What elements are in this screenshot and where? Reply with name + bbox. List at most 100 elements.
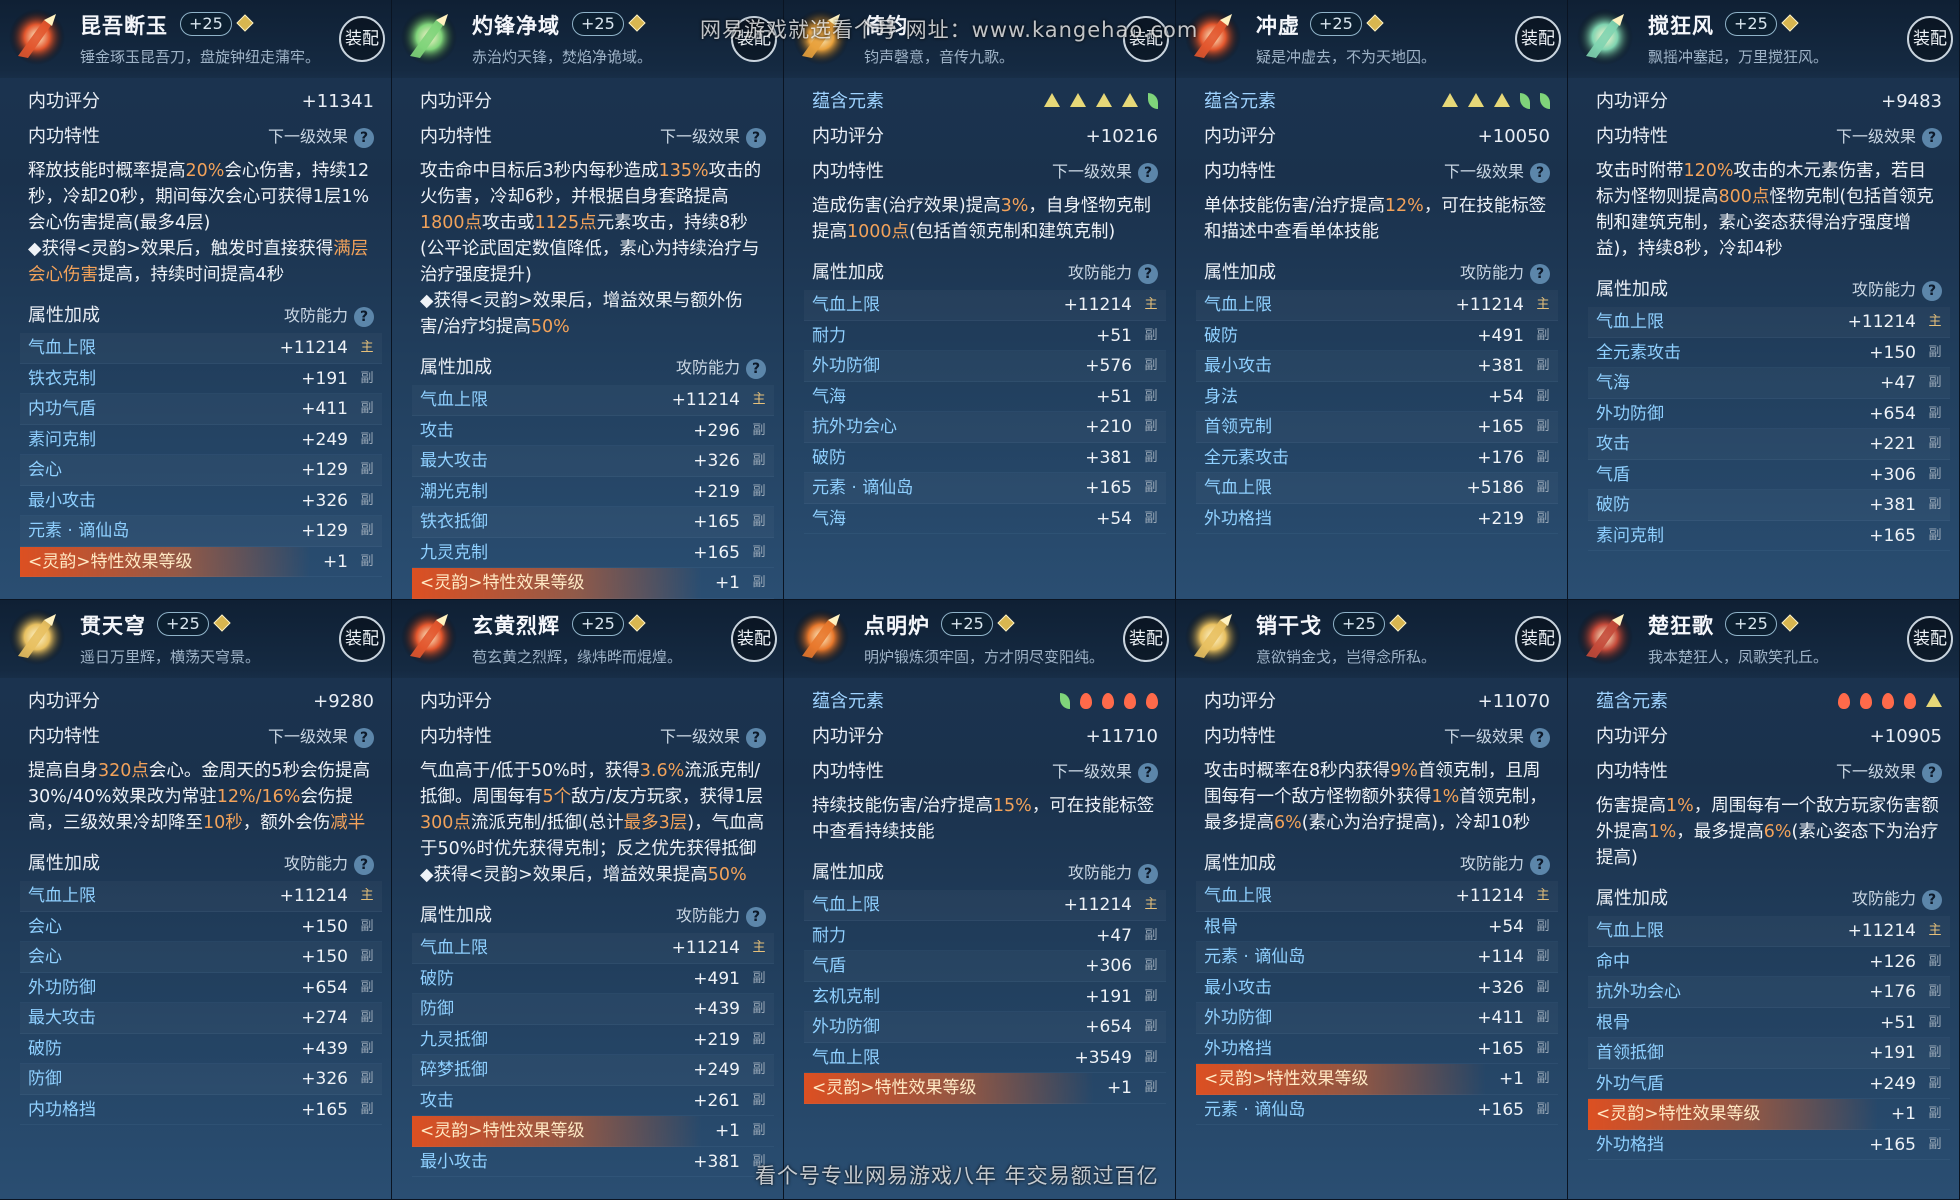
highlight-value: 50% [530,317,570,337]
help-icon[interactable]: ? [354,306,374,327]
stat-row: 破防 +491 副 [412,964,774,994]
attack-defense-link[interactable]: 攻防能力? [284,846,374,881]
inner-score-value: +11070 [1477,691,1550,712]
stat-value: +654 [301,977,348,998]
attack-defense-link[interactable]: 攻防能力? [1852,272,1942,307]
next-level-link[interactable]: 下一级效果? [1052,754,1158,789]
stat-name: 气海 [1596,373,1630,393]
help-icon[interactable]: ? [1922,127,1942,148]
diamond-icon [213,614,231,632]
next-level-link[interactable]: 下一级效果? [268,119,374,154]
stat-value: +165 [1477,1038,1524,1059]
attack-defense-link[interactable]: 攻防能力? [1852,881,1942,916]
help-icon[interactable]: ? [354,127,374,148]
equipment-card[interactable]: 贯天穹 +25 遥日万里辉，横荡天穹景。 装配 内功评分 +9280 内功特性 下一级效果? 提… [0,600,392,1200]
attack-defense-link[interactable]: 攻防能力? [1460,846,1550,881]
stat-row: 气血上限 +11214 主 [412,385,774,416]
enhance-level-badge: +25 [1725,612,1777,636]
sub-attr-tag: 副 [752,1092,766,1108]
equipment-card[interactable]: 倚钧 钧声磬意，音传九歌。 装配 蕴含元素 内功评分 +10216 内功特性 下一级效果? 造成… [784,0,1176,600]
highlight-value: 最多3层 [623,813,688,833]
desc-text: (素心为治疗提高)，冷却10秒 [1301,813,1531,833]
equipment-card[interactable]: 楚狂歌 +25 我本楚狂人，凤歌笑孔丘。 装配 蕴含元素 内功评分 +10905 内功特性 下一… [1568,600,1960,1200]
inner-score-label: 内功评分 [1596,91,1668,112]
inner-score-row: 内功评分 +10905 [1588,719,1950,754]
equip-button[interactable]: 装配 [1515,16,1561,62]
elements-label: 蕴含元素 [812,91,884,112]
help-icon[interactable]: ? [1530,854,1550,875]
next-level-link[interactable]: 下一级效果? [660,719,766,754]
help-icon[interactable]: ? [1138,863,1158,884]
help-icon[interactable]: ? [354,854,374,875]
equip-button[interactable]: 装配 [1907,616,1953,662]
equip-button[interactable]: 装配 [1907,16,1953,62]
elements-label: 蕴含元素 [812,691,884,712]
next-level-link[interactable]: 下一级效果? [268,719,374,754]
attack-defense-link[interactable]: 攻防能力? [676,350,766,385]
sub-attr-tag: 副 [1536,449,1550,465]
help-icon[interactable]: ? [1922,762,1942,783]
help-icon[interactable]: ? [1530,727,1550,748]
stat-value: +654 [1869,403,1916,424]
equipment-card[interactable]: 销干戈 +25 意欲销金戈，岂得念所私。 装配 内功评分 +11070 内功特性 下一级效果?… [1176,600,1568,1200]
attack-defense-link[interactable]: 攻防能力? [1068,855,1158,890]
stat-value: +54 [1488,386,1524,407]
sub-attr-tag: 副 [752,575,766,590]
equip-button[interactable]: 装配 [731,616,777,662]
attack-defense-link[interactable]: 攻防能力? [676,898,766,933]
help-icon[interactable]: ? [746,727,766,748]
card-body: 蕴含元素 内功评分 +11710 内功特性 下一级效果? 持续技能伤害/治疗提高15%，可… [804,684,1166,1104]
stat-name: 九灵克制 [420,542,488,563]
attrs-label: 属性加成 [1596,279,1668,300]
stat-row: 气血上限 +11214 主 [1588,307,1950,338]
help-icon[interactable]: ? [1922,889,1942,910]
next-level-link[interactable]: 下一级效果? [1444,719,1550,754]
next-level-link[interactable]: 下一级效果? [1052,154,1158,189]
stat-name: <灵韵>特性效果等级 [420,573,585,593]
next-level-link[interactable]: 下一级效果? [1444,154,1550,189]
stat-row: 首领克制 +165 副 [1196,412,1558,443]
equipment-card[interactable]: 灼锋净域 +25 赤治灼天锋，焚焰净诡域。 装配 内功评分 内功特性 下一级效果? 攻击命中目… [392,0,784,600]
fire-element-icon [1904,693,1916,709]
equipment-card[interactable]: 昆吾断玉 +25 锤金琢玉昆吾刀，盘旋钟纽走蒲牢。 装配 内功评分 +11341 内功特性 下… [0,0,392,600]
stat-value: +5186 [1466,478,1524,498]
trait-row: 内功特性 下一级效果? [804,154,1166,189]
desc-text: 攻击时附带 [1596,161,1684,181]
equip-button[interactable]: 装配 [1123,616,1169,662]
equipment-card[interactable]: 玄黄烈辉 +25 苞玄黄之烈辉，缘炜晔而焜煌。 装配 内功评分 内功特性 下一级效果? 气血高… [392,600,784,1200]
sub-attr-tag: 副 [1536,480,1550,495]
help-icon[interactable]: ? [1138,162,1158,183]
equip-button[interactable]: 装配 [339,16,385,62]
attack-defense-link[interactable]: 攻防能力? [284,298,374,333]
help-icon[interactable]: ? [1138,263,1158,284]
stat-row: 元素 · 谪仙岛 +165 副 [804,473,1166,504]
help-icon[interactable]: ? [746,906,766,927]
enhance-level-badge: +25 [941,612,993,636]
sub-attr-tag: 副 [752,453,766,468]
highlight-value: 6% [1274,813,1302,833]
next-level-link[interactable]: 下一级效果? [660,119,766,154]
attack-defense-link[interactable]: 攻防能力? [1068,255,1158,290]
equipment-card[interactable]: 冲虚 +25 疑是冲虚去，不为天地囚。 装配 蕴含元素 内功评分 +10050 内功特性 下一级… [1176,0,1568,600]
help-icon[interactable]: ? [1530,162,1550,183]
help-icon[interactable]: ? [746,127,766,148]
help-icon[interactable]: ? [1530,263,1550,284]
stat-name: 外功防御 [1204,1008,1272,1028]
next-level-link[interactable]: 下一级效果? [1836,119,1942,154]
equipment-card[interactable]: 搅狂风 +25 飘摇冲塞起，万里搅狂风。 装配 内功评分 +9483 内功特性 下一级效果? 攻… [1568,0,1960,600]
stat-name: 气血上限 [1596,921,1664,941]
stat-name: 外功格挡 [1204,508,1272,529]
equip-button[interactable]: 装配 [1515,616,1561,662]
stat-row: 元素 · 谪仙岛 +114 副 [1196,942,1558,973]
stat-name: 最大攻击 [28,1008,96,1028]
help-icon[interactable]: ? [354,727,374,748]
next-level-link[interactable]: 下一级效果? [1836,754,1942,789]
highlight-value: 5个 [542,787,572,807]
help-icon[interactable]: ? [1138,762,1158,783]
equipment-card[interactable]: 点明炉 +25 明炉锻炼须牢固，方才阴尽变阳纯。 装配 蕴含元素 内功评分 +11710 内功… [784,600,1176,1200]
equipment-icon [1576,8,1634,66]
equip-button[interactable]: 装配 [339,616,385,662]
help-icon[interactable]: ? [1922,280,1942,301]
attack-defense-link[interactable]: 攻防能力? [1460,255,1550,290]
help-icon[interactable]: ? [746,358,766,379]
